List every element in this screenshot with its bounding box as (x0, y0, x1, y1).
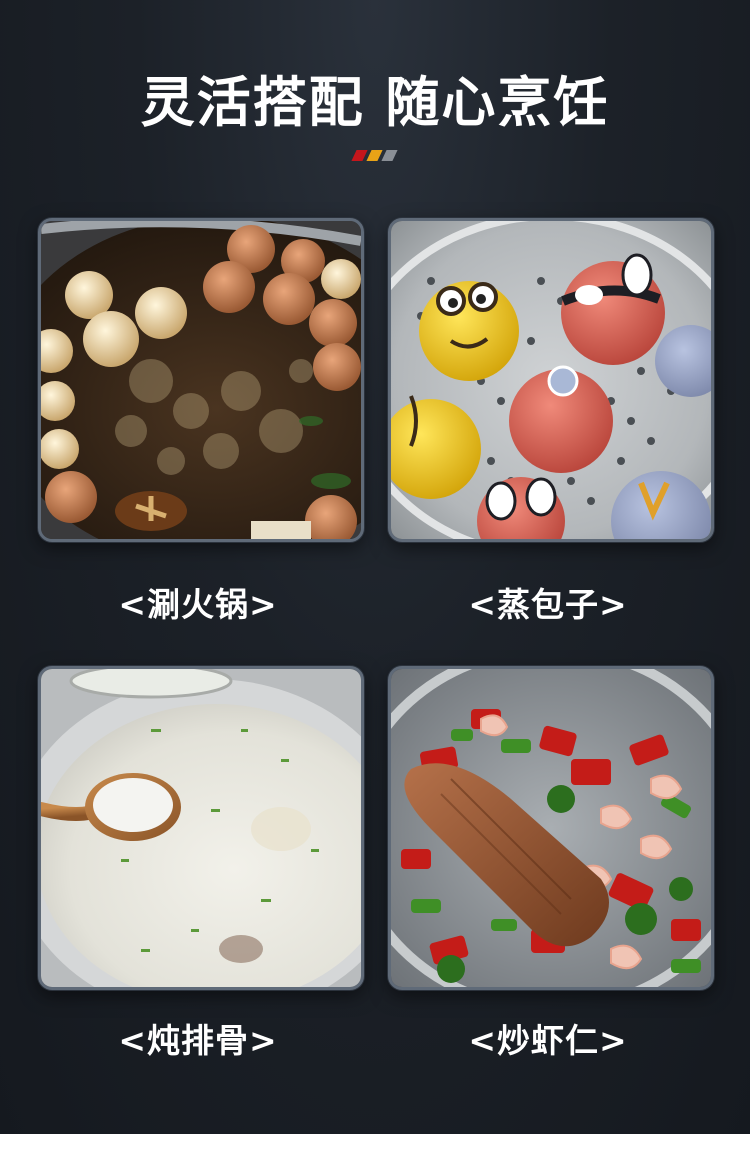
product-poster: 灵活搭配 随心烹饪 <涮火锅> <蒸包子> <炖排骨> <炒虾仁> (0, 0, 750, 1134)
caption-stir-fried-shrimp: <炒虾仁> (468, 1021, 628, 1060)
stir-fried-shrimp-image (391, 669, 711, 987)
stewed-ribs-photo (38, 666, 364, 990)
caption-hotpot: <涮火锅> (118, 585, 278, 624)
caption-steamed-buns: <蒸包子> (468, 585, 628, 624)
hotpot-photo (38, 218, 364, 542)
caption-stewed-ribs: <炖排骨> (118, 1021, 278, 1060)
stewed-ribs-image (41, 669, 361, 987)
steamed-buns-photo (388, 218, 714, 542)
stripe-gray (381, 150, 398, 161)
decorative-stripes (351, 150, 402, 162)
stripe-red (351, 150, 368, 161)
page-title: 灵活搭配 随心烹饪 (140, 71, 610, 134)
stripe-yellow (366, 150, 383, 161)
stir-fried-shrimp-photo (388, 666, 714, 990)
steamed-buns-image (391, 221, 711, 539)
hotpot-image (41, 221, 361, 539)
